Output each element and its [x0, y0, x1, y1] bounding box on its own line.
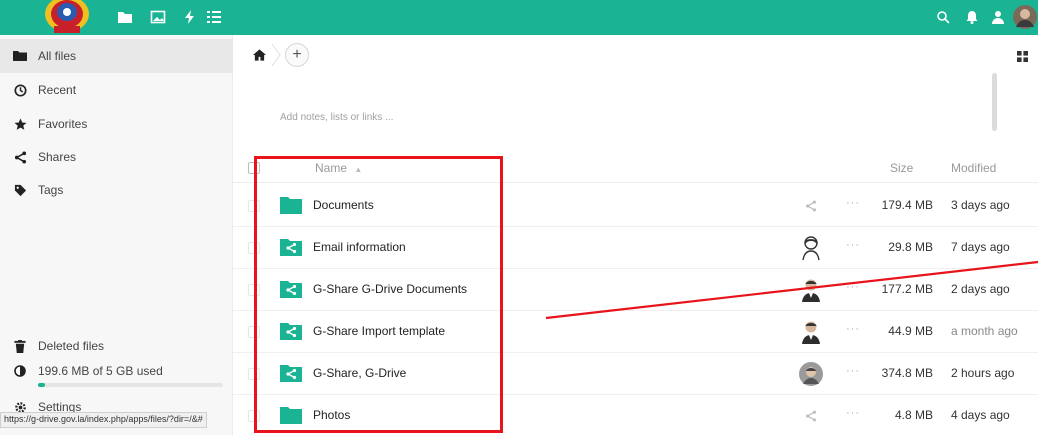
sidebar-item-tags[interactable]: Tags — [0, 173, 233, 207]
sidebar-item-favorites[interactable]: Favorites — [0, 107, 233, 141]
more-actions-button[interactable]: ··· — [846, 323, 860, 335]
sidebar-item-label: Recent — [38, 83, 77, 97]
user-avatar[interactable] — [1013, 5, 1037, 29]
deleted-files-label: Deleted files — [38, 339, 105, 353]
file-modified: 7 days ago — [951, 240, 1010, 254]
top-header — [0, 0, 1038, 35]
files-folder-icon[interactable] — [117, 9, 133, 25]
file-size: 374.8 MB — [881, 366, 933, 380]
home-breadcrumb-icon[interactable] — [253, 49, 266, 64]
file-modified: 3 days ago — [951, 198, 1010, 212]
sidebar-item-all-files[interactable]: All files — [0, 39, 233, 73]
grid-view-toggle-icon[interactable] — [1017, 51, 1028, 65]
file-modified: 2 days ago — [951, 282, 1010, 296]
file-size: 4.8 MB — [894, 408, 933, 422]
files-app: All files Recent Favorites Shares Tags D… — [0, 0, 1038, 435]
add-new-button[interactable]: + — [285, 43, 309, 67]
annotation-highlight-box — [254, 156, 503, 433]
quota-progress-bar — [38, 383, 223, 387]
file-modified: 2 hours ago — [951, 366, 1015, 380]
file-size: 177.2 MB — [881, 282, 933, 296]
file-size: 29.8 MB — [888, 240, 933, 254]
sidebar-item-label: Favorites — [38, 117, 88, 131]
share-icon — [0, 150, 38, 164]
quota-pie-icon — [0, 365, 38, 377]
sidebar-item-recent[interactable]: Recent — [0, 73, 233, 107]
shared-by-avatar[interactable] — [798, 277, 824, 303]
notes-scrollbar[interactable] — [992, 73, 997, 131]
file-modified: a month ago — [951, 324, 1018, 338]
contacts-icon[interactable] — [990, 9, 1006, 25]
file-size: 179.4 MB — [881, 198, 933, 212]
shared-by-avatar[interactable] — [798, 319, 824, 345]
notifications-icon[interactable] — [964, 9, 980, 25]
column-size[interactable]: Size — [890, 161, 913, 175]
sidebar-item-shares[interactable]: Shares — [0, 140, 233, 174]
file-size: 44.9 MB — [888, 324, 933, 338]
logo[interactable] — [40, 0, 94, 35]
activity-icon[interactable] — [182, 9, 198, 25]
sidebar-item-label: All files — [38, 49, 77, 63]
more-actions-button[interactable]: ··· — [846, 197, 860, 209]
share-icon[interactable] — [798, 193, 824, 219]
breadcrumb-separator — [271, 43, 281, 67]
gallery-icon[interactable] — [150, 9, 166, 25]
more-actions-button[interactable]: ··· — [846, 407, 860, 419]
column-modified[interactable]: Modified — [951, 161, 996, 175]
search-icon[interactable] — [935, 9, 951, 25]
shared-by-avatar[interactable] — [798, 361, 824, 387]
notes-placeholder[interactable]: Add notes, lists or links ... — [280, 112, 393, 123]
trash-icon — [0, 339, 38, 353]
sidebar: All files Recent Favorites Shares Tags D… — [0, 35, 233, 435]
quota-progress-fill — [38, 383, 46, 387]
sidebar-item-label: Tags — [38, 183, 64, 197]
tag-icon — [0, 184, 38, 197]
tasks-icon[interactable] — [206, 9, 222, 25]
star-icon — [0, 117, 38, 131]
folder-icon — [0, 50, 38, 62]
file-modified: 4 days ago — [951, 408, 1010, 422]
browser-status-url: https://g-drive.gov.la/index.php/apps/fi… — [0, 412, 207, 428]
clock-icon — [0, 83, 38, 97]
more-actions-button[interactable]: ··· — [846, 281, 860, 293]
quota-text: 199.6 MB of 5 GB used — [38, 364, 163, 378]
share-icon[interactable] — [798, 403, 824, 429]
shared-by-avatar[interactable] — [798, 235, 824, 261]
sidebar-item-label: Shares — [38, 150, 77, 164]
more-actions-button[interactable]: ··· — [846, 239, 860, 251]
more-actions-button[interactable]: ··· — [846, 365, 860, 377]
